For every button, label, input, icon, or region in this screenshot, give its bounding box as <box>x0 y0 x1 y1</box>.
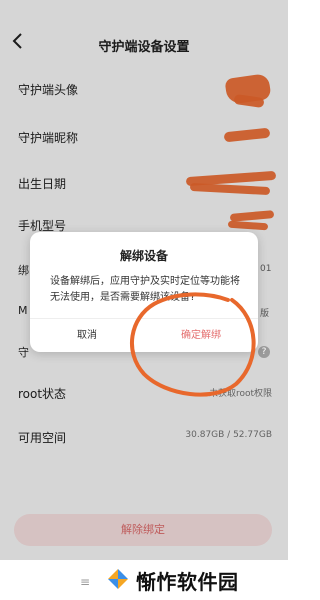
row-label-guard: 守 <box>18 346 29 359</box>
dialog-message: 设备解绑后，应用守护及实时定位等功能将无法使用，是否需要解绑该设备? <box>50 276 240 303</box>
row-value-bind: 01 <box>260 264 272 274</box>
row-label-m: M <box>18 304 28 317</box>
cancel-button[interactable]: 取消 <box>30 322 144 350</box>
dialog-divider <box>30 318 258 319</box>
help-icon[interactable]: ? <box>258 346 270 358</box>
dialog-title: 解绑设备 <box>119 249 168 263</box>
row-value-m: 版 <box>260 309 270 319</box>
row-label-bind: 绑 <box>18 264 29 277</box>
watermark-text: 惭怍软件园 <box>136 570 239 594</box>
watermark-logo <box>108 569 128 589</box>
menu-icon[interactable]: ≡ <box>80 575 90 589</box>
unbind-dialog: 解绑设备 设备解绑后，应用守护及实时定位等功能将无法使用，是否需要解绑该设备? … <box>30 232 258 352</box>
confirm-unbind-button[interactable]: 确定解绑 <box>144 322 258 350</box>
